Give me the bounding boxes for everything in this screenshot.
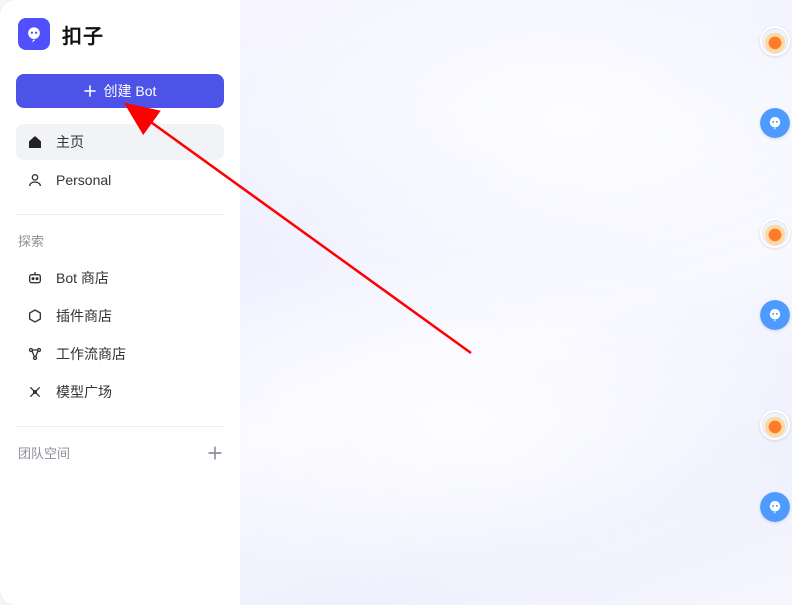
brand: 扣子 — [16, 18, 224, 50]
add-team-space-button[interactable] — [208, 446, 222, 460]
nav-workflow-store[interactable]: 工作流商店 — [16, 336, 224, 372]
float-avatar-3[interactable] — [760, 410, 790, 440]
nav-plugin-store-label: 插件商店 — [56, 306, 112, 326]
balloon-icon — [762, 28, 788, 54]
balloon-icon — [762, 412, 788, 438]
team-space-title: 团队空间 — [18, 443, 70, 462]
person-icon — [26, 171, 44, 189]
app-root: 扣子 创建 Bot 主页 Personal 探索 — [0, 0, 792, 605]
create-bot-button[interactable]: 创建 Bot — [16, 74, 224, 108]
sidebar: 扣子 创建 Bot 主页 Personal 探索 — [0, 0, 240, 605]
explore-nav: Bot 商店 插件商店 工作流商店 模型广场 — [16, 260, 224, 410]
main-area — [240, 0, 792, 605]
brand-logo-icon — [18, 18, 50, 50]
plus-icon — [84, 85, 96, 97]
nav-personal-label: Personal — [56, 172, 111, 188]
nav-model-square[interactable]: 模型广场 — [16, 374, 224, 410]
team-space-header: 团队空间 — [16, 443, 224, 462]
nav-bot-store-label: Bot 商店 — [56, 268, 109, 288]
float-avatar-1[interactable] — [760, 26, 790, 56]
bot-icon — [760, 492, 790, 522]
bot-icon — [760, 108, 790, 138]
plugin-store-icon — [26, 307, 44, 325]
balloon-icon — [762, 220, 788, 246]
float-avatar-2[interactable] — [760, 218, 790, 248]
brand-name: 扣子 — [62, 20, 104, 49]
nav-home[interactable]: 主页 — [16, 124, 224, 160]
workflow-store-icon — [26, 345, 44, 363]
nav-workflow-store-label: 工作流商店 — [56, 344, 126, 364]
create-bot-label: 创建 Bot — [104, 81, 157, 101]
explore-section-title: 探索 — [16, 231, 224, 260]
float-bot-3[interactable] — [760, 492, 790, 522]
nav-model-square-label: 模型广场 — [56, 382, 112, 402]
model-square-icon — [26, 383, 44, 401]
nav-plugin-store[interactable]: 插件商店 — [16, 298, 224, 334]
divider — [16, 214, 224, 215]
primary-nav: 主页 Personal — [16, 124, 224, 198]
nav-bot-store[interactable]: Bot 商店 — [16, 260, 224, 296]
right-float-column — [752, 0, 792, 605]
bot-icon — [760, 300, 790, 330]
home-icon — [26, 133, 44, 151]
float-bot-1[interactable] — [760, 108, 790, 138]
float-bot-2[interactable] — [760, 300, 790, 330]
bot-store-icon — [26, 269, 44, 287]
divider — [16, 426, 224, 427]
nav-personal[interactable]: Personal — [16, 162, 224, 198]
nav-home-label: 主页 — [56, 132, 84, 152]
